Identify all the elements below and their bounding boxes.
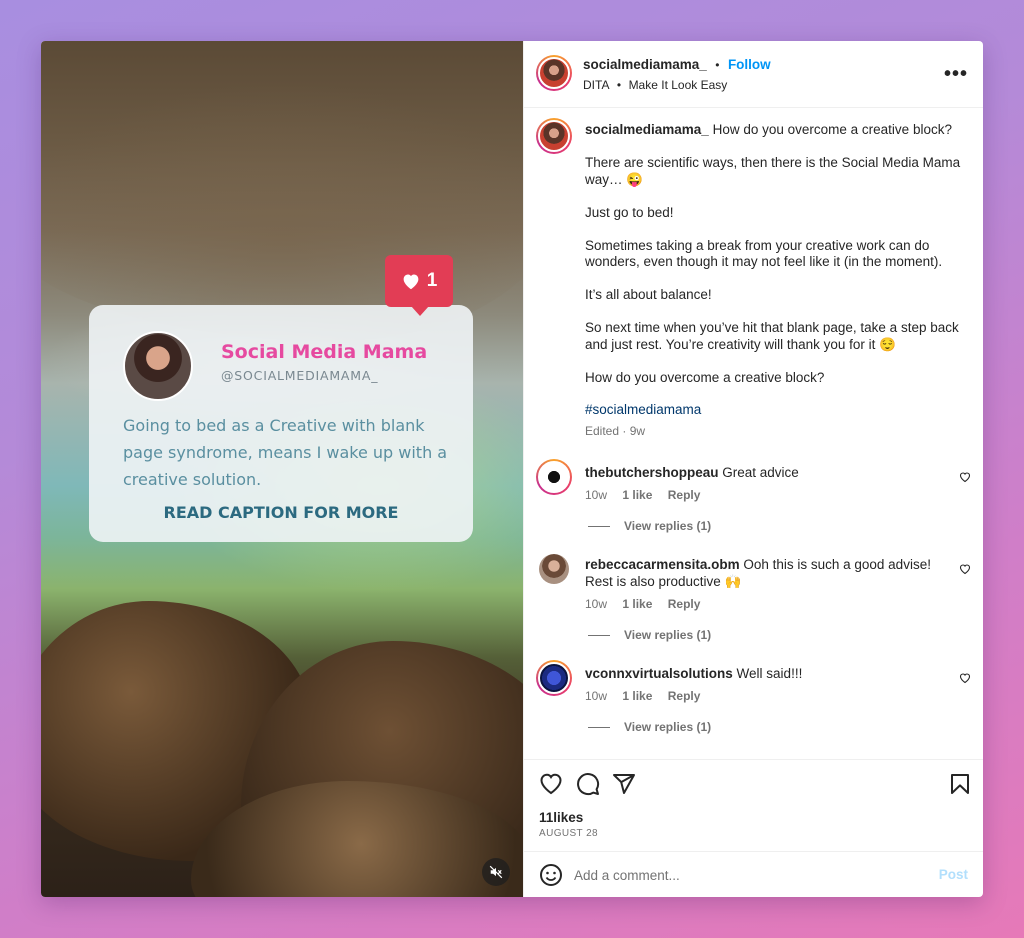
comment-likes[interactable]: 1 like <box>622 689 652 703</box>
comment-like-heart-icon[interactable] <box>959 672 971 684</box>
add-comment-bar: Post <box>524 851 983 897</box>
caption-line: Just go to bed! <box>585 204 674 220</box>
comment-likes[interactable]: 1 like <box>622 488 652 502</box>
share-send-icon[interactable] <box>612 772 636 796</box>
emoji-icon[interactable] <box>539 863 563 887</box>
commenter-avatar[interactable] <box>536 459 572 495</box>
comment: thebutchershoppeau Great advice <box>585 464 945 481</box>
heart-icon <box>403 274 419 290</box>
dot-separator: • <box>715 58 720 72</box>
more-options-icon[interactable]: ••• <box>944 63 968 86</box>
post-video[interactable]: Social Media Mama @SOCIALMEDIAMAMA_ Goin… <box>41 41 523 897</box>
muted-speaker-icon <box>489 865 503 879</box>
commenter-username[interactable]: rebeccacarmensita.obm <box>585 557 740 572</box>
caption-meta: Edited · 9w <box>585 423 646 438</box>
comment-like-heart-icon[interactable] <box>959 471 971 483</box>
post-header: socialmediamama_ • Follow DITA • Make It… <box>524 41 983 108</box>
audio-artist: DITA <box>583 78 610 92</box>
comment-age: 10w <box>585 597 608 611</box>
comment-input[interactable] <box>574 864 914 886</box>
comment-like-heart-icon[interactable] <box>959 563 971 575</box>
comment-meta: 10w 1 like Reply <box>585 597 700 611</box>
card-name: Social Media Mama <box>221 341 428 363</box>
like-notification-bubble: 1 <box>385 255 453 316</box>
reply-button[interactable]: Reply <box>668 597 701 611</box>
author-avatar[interactable] <box>536 55 572 91</box>
commenter-avatar[interactable] <box>539 554 569 584</box>
caption: socialmediamama_ How do you overcome a c… <box>585 122 965 456</box>
card-cta: READ CAPTION FOR MORE <box>163 503 399 522</box>
like-heart-icon[interactable] <box>539 772 563 796</box>
caption-line: How do you overcome a creative block? <box>712 122 952 137</box>
card-body: Going to bed as a Creative with blank pa… <box>123 416 448 489</box>
hashtag-link[interactable]: #socialmediamama <box>585 402 701 417</box>
card-avatar <box>123 331 193 401</box>
reply-button[interactable]: Reply <box>668 689 701 703</box>
comment-text: Well said!!! <box>736 666 803 681</box>
caption-author-avatar[interactable] <box>536 118 572 154</box>
mute-button[interactable] <box>482 858 510 886</box>
comment-meta: 10w 1 like Reply <box>585 488 700 502</box>
comment-text: Great advice <box>722 465 799 480</box>
caption-line: There are scientific ways, then there is… <box>585 155 961 187</box>
audio-track: Make It Look Easy <box>628 78 728 92</box>
save-bookmark-icon[interactable] <box>948 772 972 796</box>
view-replies-label: View replies (1) <box>624 720 712 734</box>
caption-line: Sometimes taking a break from your creat… <box>585 237 943 270</box>
commenter-avatar[interactable] <box>536 660 572 696</box>
tweet-style-card: Social Media Mama @SOCIALMEDIAMAMA_ Goin… <box>89 305 473 542</box>
comment: vconnxvirtualsolutions Well said!!! <box>585 665 945 682</box>
comment-meta: 10w 1 like Reply <box>585 689 700 703</box>
caption-line: It’s all about balance! <box>585 287 712 302</box>
commenter-username[interactable]: thebutchershoppeau <box>585 465 719 480</box>
likes-count[interactable]: 11likes <box>539 810 583 825</box>
comment-bubble-icon[interactable] <box>576 772 600 796</box>
author-username[interactable]: socialmediamama_ <box>583 57 707 72</box>
post-actions: 11likes AUGUST 28 <box>524 759 983 851</box>
reply-button[interactable]: Reply <box>668 488 701 502</box>
view-replies-label: View replies (1) <box>624 519 712 533</box>
dot-separator: • <box>616 78 622 92</box>
view-replies-button[interactable]: View replies (1) <box>588 628 711 642</box>
caption-line: How do you overcome a creative block? <box>585 369 825 385</box>
audio-info[interactable]: DITA • Make It Look Easy <box>583 76 727 94</box>
comment-likes[interactable]: 1 like <box>622 597 652 611</box>
comment-age: 10w <box>585 689 608 703</box>
comment-age: 10w <box>585 488 608 502</box>
like-count: 1 <box>426 270 438 291</box>
post-date: AUGUST 28 <box>539 828 598 839</box>
follow-button[interactable]: Follow <box>728 57 771 72</box>
post-details-panel: socialmediamama_ • Follow DITA • Make It… <box>523 41 983 897</box>
post-comment-button[interactable]: Post <box>939 867 968 882</box>
caption-username[interactable]: socialmediamama_ <box>585 122 709 137</box>
view-replies-button[interactable]: View replies (1) <box>588 519 711 533</box>
caption-line: So next time when you’ve hit that blank … <box>585 320 959 352</box>
view-replies-button[interactable]: View replies (1) <box>588 720 711 734</box>
card-handle: @SOCIALMEDIAMAMA_ <box>221 368 379 383</box>
commenter-username[interactable]: vconnxvirtualsolutions <box>585 666 733 681</box>
view-replies-label: View replies (1) <box>624 628 712 642</box>
post-modal: Social Media Mama @SOCIALMEDIAMAMA_ Goin… <box>41 41 983 897</box>
comment: rebeccacarmensita.obm Ooh this is such a… <box>585 556 945 590</box>
